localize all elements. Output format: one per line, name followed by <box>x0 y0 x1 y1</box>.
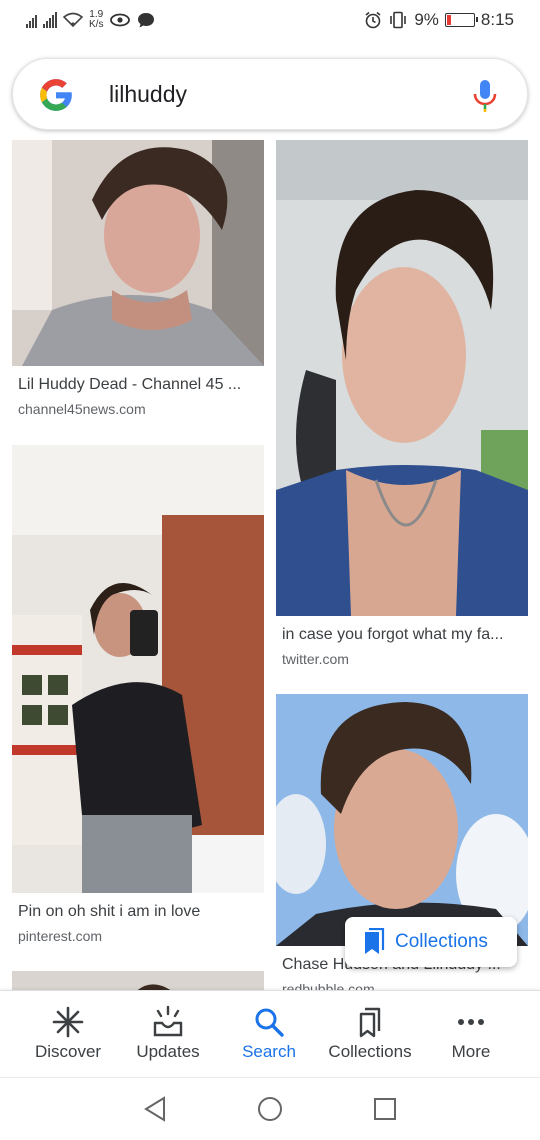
battery-percent: 9% <box>414 10 439 29</box>
collections-chip[interactable]: Collections <box>345 917 517 967</box>
wifi-icon <box>63 12 83 28</box>
result-card[interactable]: Pin on oh shit i am in love pinterest.co… <box>12 445 264 955</box>
nav-label: More <box>451 1042 491 1061</box>
search-query[interactable]: lilhuddy <box>109 81 187 108</box>
more-dots-icon <box>458 1019 484 1025</box>
result-card[interactable]: in case you forgot what my fa... twitter… <box>276 140 528 680</box>
result-source[interactable]: redbubble.com <box>282 981 375 990</box>
collections-chip-label: Collections <box>395 931 488 952</box>
result-title[interactable]: Pin on oh shit i am in love <box>18 903 264 921</box>
sim-signal-icon <box>26 12 37 28</box>
collections-icon <box>359 1007 381 1038</box>
result-source[interactable]: channel45news.com <box>18 401 146 417</box>
result-card[interactable] <box>12 971 264 990</box>
result-source[interactable]: twitter.com <box>282 651 349 667</box>
recents-icon[interactable] <box>372 1095 398 1123</box>
eye-icon <box>110 13 131 27</box>
vibrate-icon <box>390 11 407 29</box>
nav-label: Search <box>242 1042 296 1061</box>
result-card[interactable]: Lil Huddy Dead - Channel 45 ... channel4… <box>12 140 264 430</box>
bottom-nav: Discover Updates Search Collections More <box>0 990 540 1076</box>
result-source[interactable]: pinterest.com <box>18 928 102 944</box>
network-speed: 1.9 K/s <box>89 10 103 30</box>
result-image[interactable] <box>276 140 528 616</box>
bookmark-icon <box>365 928 385 954</box>
status-right: 9% 8:15 <box>364 10 514 30</box>
signal-icon <box>43 12 57 28</box>
result-image[interactable] <box>12 445 264 893</box>
nav-search[interactable]: Search <box>215 991 323 1077</box>
image-results: Lil Huddy Dead - Channel 45 ... channel4… <box>0 140 540 990</box>
result-image[interactable] <box>276 694 528 946</box>
chat-bubble-icon <box>138 13 155 28</box>
google-g-logo <box>40 79 72 111</box>
status-left: 1.9 K/s <box>26 10 155 30</box>
alarm-icon <box>365 11 381 29</box>
search-bar[interactable]: lilhuddy <box>12 58 528 130</box>
nav-label: Discover <box>34 1042 102 1061</box>
system-nav-bar <box>0 1077 540 1140</box>
speed-unit: K/s <box>89 19 104 30</box>
result-title[interactable]: Lil Huddy Dead - Channel 45 ... <box>18 376 264 394</box>
battery-icon <box>444 13 478 27</box>
nav-discover[interactable]: Discover <box>14 991 122 1077</box>
nav-updates[interactable]: Updates <box>114 991 222 1077</box>
result-image[interactable] <box>12 140 264 366</box>
clock: 8:15 <box>480 10 514 29</box>
search-icon <box>255 1008 284 1037</box>
inbox-updates-icon <box>153 1005 183 1037</box>
back-icon[interactable] <box>142 1095 168 1123</box>
nav-label: Collections <box>328 1042 412 1061</box>
home-icon[interactable] <box>256 1095 284 1123</box>
asterisk-icon <box>52 1006 84 1038</box>
nav-label: Updates <box>136 1042 200 1061</box>
result-image[interactable] <box>12 971 264 990</box>
mic-icon[interactable] <box>471 79 499 113</box>
nav-more[interactable]: More <box>417 991 525 1077</box>
nav-collections[interactable]: Collections <box>316 991 424 1077</box>
result-title[interactable]: in case you forgot what my fa... <box>282 626 528 644</box>
status-bar: 1.9 K/s 9% 8:15 <box>0 0 540 44</box>
